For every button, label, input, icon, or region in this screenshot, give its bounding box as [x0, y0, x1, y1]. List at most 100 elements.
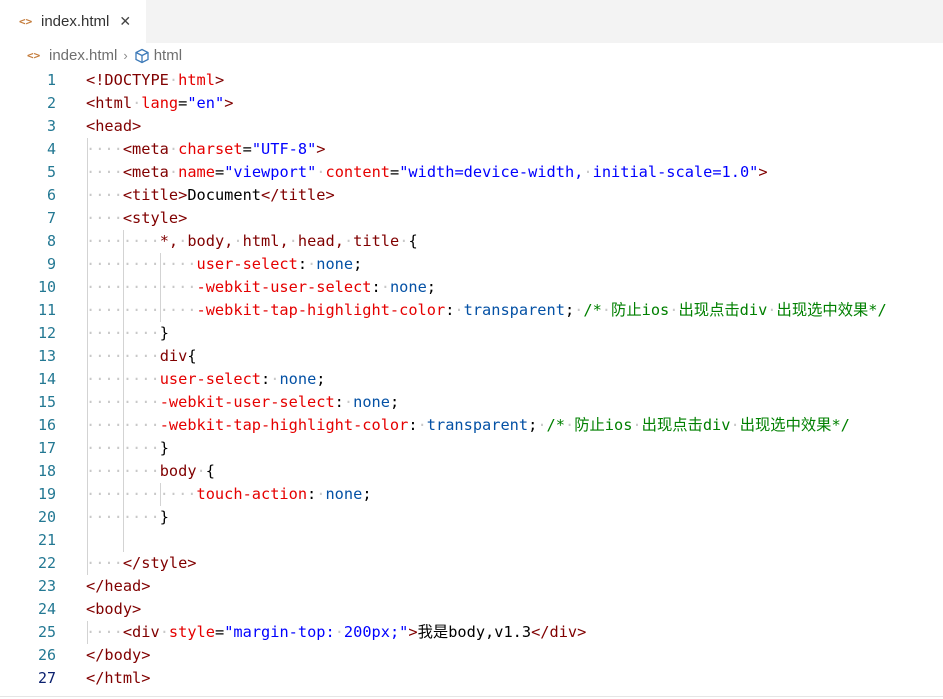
code-token: "viewport" — [224, 163, 317, 181]
code-token: transparent — [463, 301, 565, 319]
code-line[interactable]: 17 ········} — [0, 437, 943, 460]
code-token: > — [224, 94, 234, 112]
code-token: </head> — [86, 577, 151, 595]
code-line[interactable]: 1 <!DOCTYPE·html> — [0, 69, 943, 92]
code-line[interactable]: 10 ············-webkit-user-select:·none; — [0, 276, 943, 299]
code-text: </html> — [86, 667, 150, 690]
code-line[interactable]: 21 — [0, 529, 943, 552]
breadcrumb-symbol[interactable]: html — [154, 47, 182, 64]
code-line[interactable]: 27 </html> — [0, 667, 943, 690]
code-line[interactable]: 6 ····<title>Document</title> — [0, 184, 943, 207]
code-line[interactable]: 12 ········} — [0, 322, 943, 345]
code-line[interactable]: 7 ····<style> — [0, 207, 943, 230]
code-line[interactable]: 3 <head> — [0, 115, 943, 138]
code-line[interactable]: 5 ····<meta·name="viewport"·content="widt… — [0, 161, 943, 184]
whitespace-marker: · — [316, 163, 326, 181]
tab-index-html[interactable]: <> index.html ✕ — [0, 0, 146, 43]
code-token: </title> — [261, 186, 335, 204]
code-line[interactable]: 4 ····<meta·charset="UTF-8"> — [0, 138, 943, 161]
code-text: </head> — [86, 575, 150, 598]
code-token: user-select — [159, 370, 261, 388]
whitespace-marker: · — [632, 416, 642, 434]
code-line[interactable]: 13 ········div{ — [0, 345, 943, 368]
code-token: = — [242, 140, 252, 158]
line-number: 9 — [46, 255, 56, 273]
code-text: ····<title>Document</title> — [86, 184, 335, 207]
code-token: <html — [86, 94, 133, 112]
code-line[interactable]: 11 ············-webkit-tap-highlight-colo… — [0, 299, 943, 322]
code-token: { — [187, 347, 197, 365]
code-token: /* — [546, 416, 565, 434]
code-text: ············touch-action:·none; — [86, 483, 372, 506]
code-line[interactable]: 25 ····<div·style="margin-top:·200px;">我是… — [0, 621, 943, 644]
indent-guide — [160, 483, 161, 506]
code-line[interactable]: 2 <html·lang="en"> — [0, 92, 943, 115]
code-text: ········user-select:·none; — [86, 368, 326, 391]
code-token: ; — [426, 278, 436, 296]
code-token: user-select — [196, 255, 298, 273]
code-token: -webkit-user-select — [159, 393, 335, 411]
code-line[interactable]: 19 ············touch-action:·none; — [0, 483, 943, 506]
code-token: none — [279, 370, 317, 388]
code-text: ········-webkit-tap-highlight-color:·tra… — [86, 414, 850, 437]
cube-icon — [135, 48, 149, 63]
code-editor[interactable]: 1 <!DOCTYPE·html> 2 <html·lang="en"> 3 <head>… — [0, 68, 943, 696]
code-token: > — [214, 71, 225, 89]
code-token: "UTF-8" — [251, 140, 317, 158]
code-line[interactable]: 16········-webkit-tap-highlight-color:·t… — [0, 414, 943, 437]
whitespace-marker: ············ — [86, 278, 197, 296]
code-line[interactable]: 26 </body> — [0, 644, 943, 667]
code-text: ····<style> — [86, 207, 187, 230]
code-token: "margin-top: — [224, 623, 335, 641]
code-token: = — [389, 163, 400, 181]
whitespace-marker: · — [159, 623, 169, 641]
code-token: <div — [122, 623, 160, 641]
tab-bar: <> index.html ✕ — [0, 0, 943, 43]
code-token: 防止ios — [611, 301, 670, 319]
code-token: transparent — [426, 416, 529, 434]
whitespace-marker: · — [417, 416, 427, 434]
breadcrumb-file[interactable]: index.html — [49, 47, 117, 64]
code-line[interactable]: 20 ········} — [0, 506, 943, 529]
whitespace-marker: ···· — [86, 623, 123, 641]
code-token: initial-scale=1.0" — [592, 163, 759, 181]
code-token: none — [316, 255, 354, 273]
code-token: name — [178, 163, 215, 181]
tab-label: index.html — [41, 13, 110, 30]
line-number: 3 — [46, 117, 56, 135]
whitespace-marker: ············ — [86, 301, 197, 319]
code-token: </html> — [86, 669, 151, 687]
code-line[interactable]: 24 <body> — [0, 598, 943, 621]
code-line[interactable]: 9 ············user-select:·none; — [0, 253, 943, 276]
code-text: ····<meta·charset="UTF-8"> — [86, 138, 326, 161]
whitespace-marker: · — [168, 163, 179, 181]
whitespace-marker: · — [307, 255, 317, 273]
whitespace-marker: ···· — [86, 186, 123, 204]
divider — [0, 696, 943, 697]
code-line[interactable]: 23 </head> — [0, 575, 943, 598]
close-icon[interactable]: ✕ — [119, 14, 131, 30]
whitespace-marker: · — [178, 232, 188, 250]
code-line[interactable]: 18 ········body·{ — [0, 460, 943, 483]
code-line[interactable]: 8········*,·body,·html,·head,·title·{ — [0, 230, 943, 253]
code-line[interactable]: 15········-webkit-user-select:·none; — [0, 391, 943, 414]
code-text: <html·lang="en"> — [86, 92, 233, 115]
code-text: ········} — [86, 322, 169, 345]
line-number: 25 — [37, 623, 56, 641]
whitespace-marker: · — [767, 301, 777, 319]
code-token: div — [159, 347, 188, 365]
code-token: } — [159, 439, 169, 457]
code-token: -webkit-tap-highlight-color — [196, 301, 446, 319]
code-token: = — [214, 163, 225, 181]
code-line[interactable]: 22 ····</style> — [0, 552, 943, 575]
code-token: charset — [178, 140, 243, 158]
code-token: = — [214, 623, 225, 641]
code-token: /* — [583, 301, 602, 319]
code-line[interactable]: 14 ········user-select:·none; — [0, 368, 943, 391]
whitespace-marker: ···· — [86, 163, 123, 181]
line-number: 23 — [37, 577, 56, 595]
code-token: Document — [187, 186, 261, 204]
line-number: 5 — [46, 163, 56, 181]
whitespace-marker: · — [288, 232, 298, 250]
line-number: 14 — [37, 370, 56, 388]
